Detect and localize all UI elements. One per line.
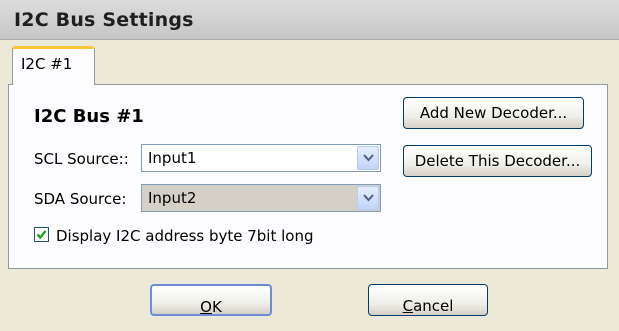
scl-source-select[interactable]: Input1	[141, 144, 381, 172]
add-new-decoder-label: Add New Decoder...	[419, 104, 568, 122]
cancel-label: Cancel	[403, 291, 454, 315]
group-title: I2C Bus #1	[34, 106, 144, 127]
delete-decoder-label: Delete This Decoder...	[414, 152, 581, 170]
scl-source-label: SCL Source::	[34, 150, 129, 168]
sda-source-label: SDA Source:	[34, 190, 127, 208]
scl-dropdown-button[interactable]	[357, 146, 379, 170]
chevron-down-icon	[363, 154, 374, 162]
ok-button[interactable]: OK	[150, 284, 272, 316]
window-title: I2C Bus Settings	[14, 9, 194, 31]
chevron-down-icon	[363, 194, 374, 202]
display-7bit-checkbox[interactable]	[34, 227, 49, 242]
sda-dropdown-button[interactable]	[357, 186, 379, 210]
delete-decoder-button[interactable]: Delete This Decoder...	[403, 145, 592, 177]
scl-source-value: Input1	[148, 149, 197, 167]
add-new-decoder-button[interactable]: Add New Decoder...	[403, 97, 584, 129]
sda-source-select[interactable]: Input2	[141, 184, 381, 212]
display-7bit-label[interactable]: Display I2C address byte 7bit long	[56, 227, 314, 245]
ok-label-rest: K	[211, 298, 222, 316]
sda-source-value: Input2	[148, 189, 197, 207]
cancel-button[interactable]: Cancel	[368, 284, 488, 316]
cancel-label-rest: ancel	[413, 297, 454, 315]
ok-label: OK	[200, 292, 222, 316]
tab-label: I2C #1	[21, 55, 73, 73]
checkmark-icon	[36, 230, 47, 240]
title-bar[interactable]: I2C Bus Settings	[0, 0, 619, 40]
tab-i2c-1[interactable]: I2C #1	[12, 46, 95, 85]
ok-mnemonic: O	[200, 298, 212, 316]
cancel-mnemonic: C	[402, 297, 414, 315]
dialog-window: I2C Bus Settings I2C #1 I2C Bus #1 SCL S…	[0, 0, 619, 331]
